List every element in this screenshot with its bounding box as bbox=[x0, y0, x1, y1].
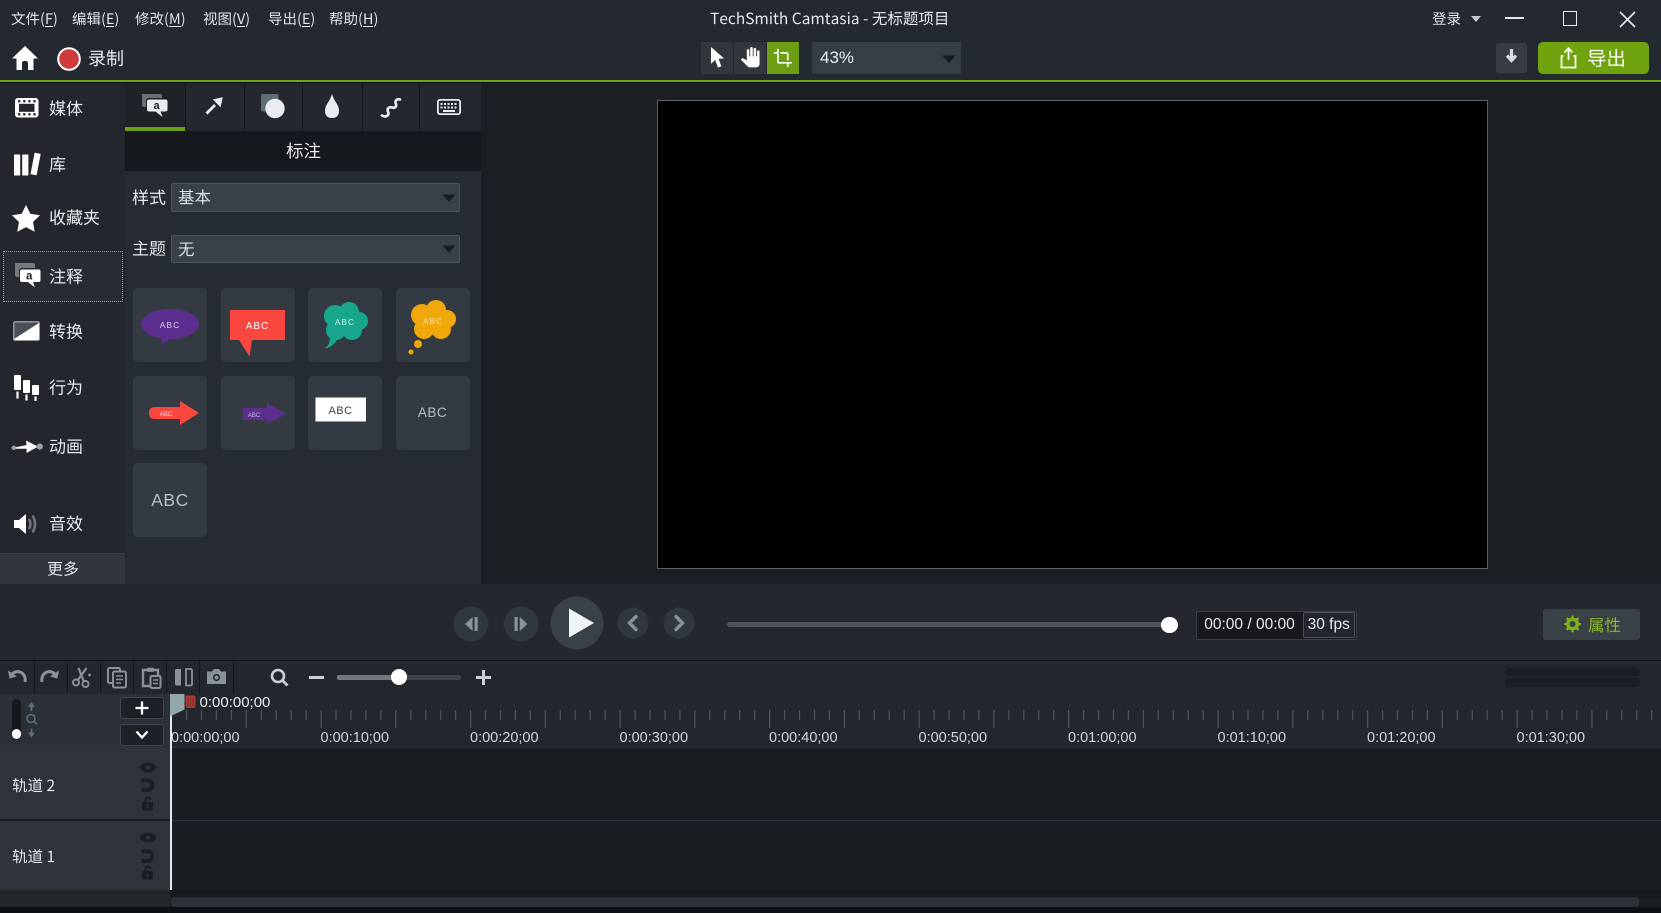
svg-text:ABC: ABC bbox=[245, 321, 269, 332]
svg-text:a: a bbox=[26, 271, 33, 283]
svg-text:ABC: ABC bbox=[422, 317, 442, 326]
svg-text:ABC: ABC bbox=[160, 320, 180, 330]
svg-text:ABC: ABC bbox=[247, 413, 260, 419]
svg-text:ABC: ABC bbox=[328, 405, 352, 417]
svg-text:a: a bbox=[154, 100, 161, 112]
svg-text:ABC: ABC bbox=[160, 412, 173, 418]
svg-text:ABC: ABC bbox=[335, 318, 355, 327]
